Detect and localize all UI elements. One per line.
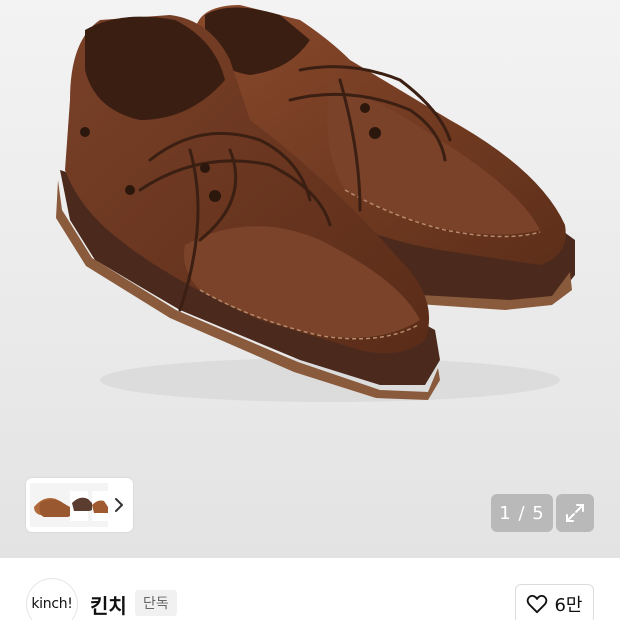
expand-image-button[interactable] xyxy=(556,494,594,532)
heart-icon xyxy=(527,594,548,614)
thumbnail-strip-button[interactable] xyxy=(26,478,133,532)
brand-logo-text: kinch! xyxy=(31,596,73,612)
shoe-pair-image xyxy=(56,5,575,402)
exclusive-badge: 단독 xyxy=(135,590,177,616)
product-page: 1 / 5 kinch! 킨치 단독 6만 xyxy=(0,0,620,620)
like-button[interactable]: 6만 xyxy=(515,584,594,620)
thumbnail-images xyxy=(30,483,108,527)
expand-icon xyxy=(566,504,584,522)
chevron-right-icon xyxy=(115,498,123,512)
product-main-image[interactable] xyxy=(0,0,620,558)
like-count: 6만 xyxy=(554,595,583,616)
brand-name[interactable]: 킨치 xyxy=(90,590,127,619)
image-counter: 1 / 5 xyxy=(491,494,553,532)
